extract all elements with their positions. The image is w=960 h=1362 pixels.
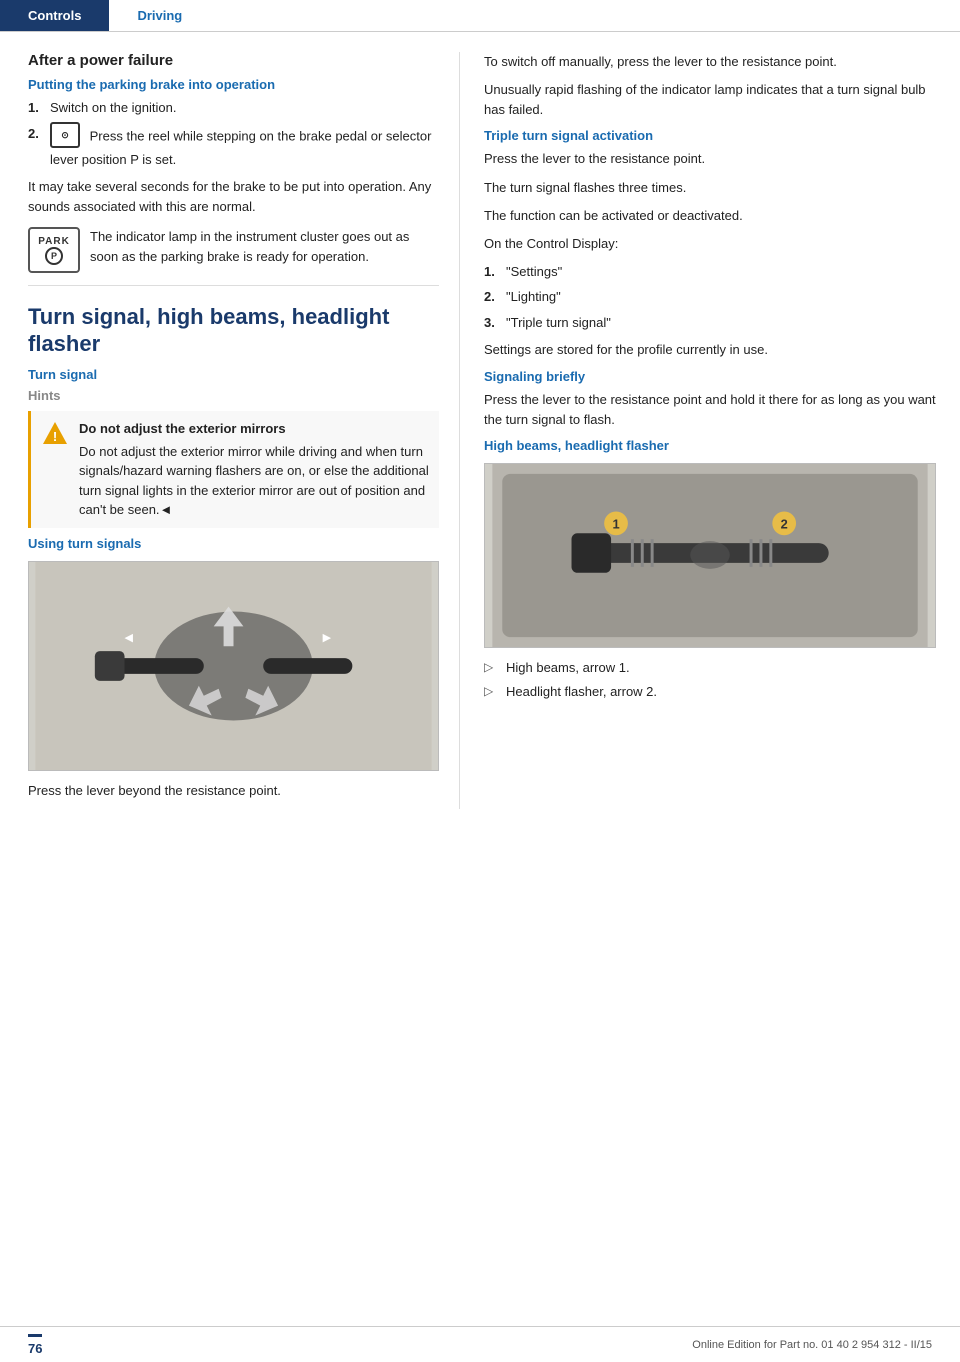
tab-controls[interactable]: Controls	[0, 0, 109, 31]
svg-text:!: !	[53, 429, 57, 444]
triple-p4: On the Control Display:	[484, 234, 936, 254]
svg-text:▶: ▶	[323, 632, 332, 644]
high-beams-heading: High beams, headlight flasher	[484, 438, 936, 453]
page-number: 76	[28, 1334, 42, 1356]
tab-driving[interactable]: Driving	[109, 0, 210, 31]
reel-icon: ⊙	[50, 122, 80, 148]
bullet-headlight-flasher: ▷ Headlight flasher, arrow 2.	[484, 682, 936, 702]
triple-step-2: 2. "Lighting"	[484, 287, 936, 307]
svg-text:1: 1	[612, 516, 619, 531]
turn-signal-subheading: Turn signal	[28, 367, 439, 382]
turn-signal-heading: Turn signal, high beams, headlight flash…	[28, 304, 439, 357]
triple-p2: The turn signal flashes three times.	[484, 178, 936, 198]
triple-p5: Settings are stored for the profile curr…	[484, 340, 936, 360]
unusual-flash-text: Unusually rapid flashing of the indicato…	[484, 80, 936, 120]
triple-step-3: 3. "Triple turn signal"	[484, 313, 936, 333]
turn-signal-svg: ◀ ▶	[29, 562, 438, 770]
left-column: After a power failure Putting the parkin…	[0, 52, 460, 809]
svg-text:◀: ◀	[125, 632, 134, 644]
park-indicator-box: PARK P The indicator lamp in the instrum…	[28, 227, 439, 273]
right-column: To switch off manually, press the lever …	[460, 52, 960, 809]
switch-off-text: To switch off manually, press the lever …	[484, 52, 936, 72]
edition-text: Online Edition for Part no. 01 40 2 954 …	[692, 1339, 932, 1351]
page-content: After a power failure Putting the parkin…	[0, 32, 960, 829]
high-beams-svg: 1 2	[485, 464, 935, 647]
high-beams-image: 1 2	[484, 463, 936, 648]
bullet-high-beams: ▷ High beams, arrow 1.	[484, 658, 936, 678]
signaling-briefly-heading: Signaling briefly	[484, 369, 936, 384]
triple-p3: The function can be activated or deactiv…	[484, 206, 936, 226]
warning-icon: !	[41, 419, 69, 447]
triple-step-1: 1. "Settings"	[484, 262, 936, 282]
triple-p1: Press the lever to the resistance point.	[484, 149, 936, 169]
triple-signal-steps: 1. "Settings" 2. "Lighting" 3. "Triple t…	[484, 262, 936, 333]
arrow-icon-2: ▷	[484, 682, 498, 702]
hints-heading: Hints	[28, 388, 439, 403]
warning-box: ! Do not adjust the exterior mirrors Do …	[28, 411, 439, 528]
warning-triangle-icon: !	[42, 420, 68, 446]
press-lever-text: Press the lever beyond the resistance po…	[28, 781, 439, 801]
page-header: Controls Driving	[0, 0, 960, 32]
high-beams-bullets: ▷ High beams, arrow 1. ▷ Headlight flash…	[484, 658, 936, 702]
section-power-failure-title: After a power failure	[28, 52, 439, 69]
triple-signal-heading: Triple turn signal activation	[484, 128, 936, 143]
parking-brake-body: It may take several seconds for the brak…	[28, 177, 439, 217]
arrow-icon-1: ▷	[484, 658, 498, 678]
signaling-text: Press the lever to the resistance point …	[484, 390, 936, 430]
using-turn-signals-heading: Using turn signals	[28, 536, 439, 551]
park-circle-icon: P	[45, 247, 63, 265]
page-footer: 76 Online Edition for Part no. 01 40 2 9…	[0, 1326, 960, 1362]
subsection-parking-brake-title: Putting the parking brake into operation	[28, 77, 439, 92]
turn-signal-image: ◀ ▶	[28, 561, 439, 771]
park-icon: PARK P	[28, 227, 80, 273]
step-1: 1. Switch on the ignition.	[28, 98, 439, 118]
separator	[28, 285, 439, 286]
svg-text:2: 2	[781, 516, 788, 531]
parking-brake-steps: 1. Switch on the ignition. 2. ⊙ Press th…	[28, 98, 439, 169]
step-2: 2. ⊙ Press the reel while stepping on th…	[28, 124, 439, 170]
